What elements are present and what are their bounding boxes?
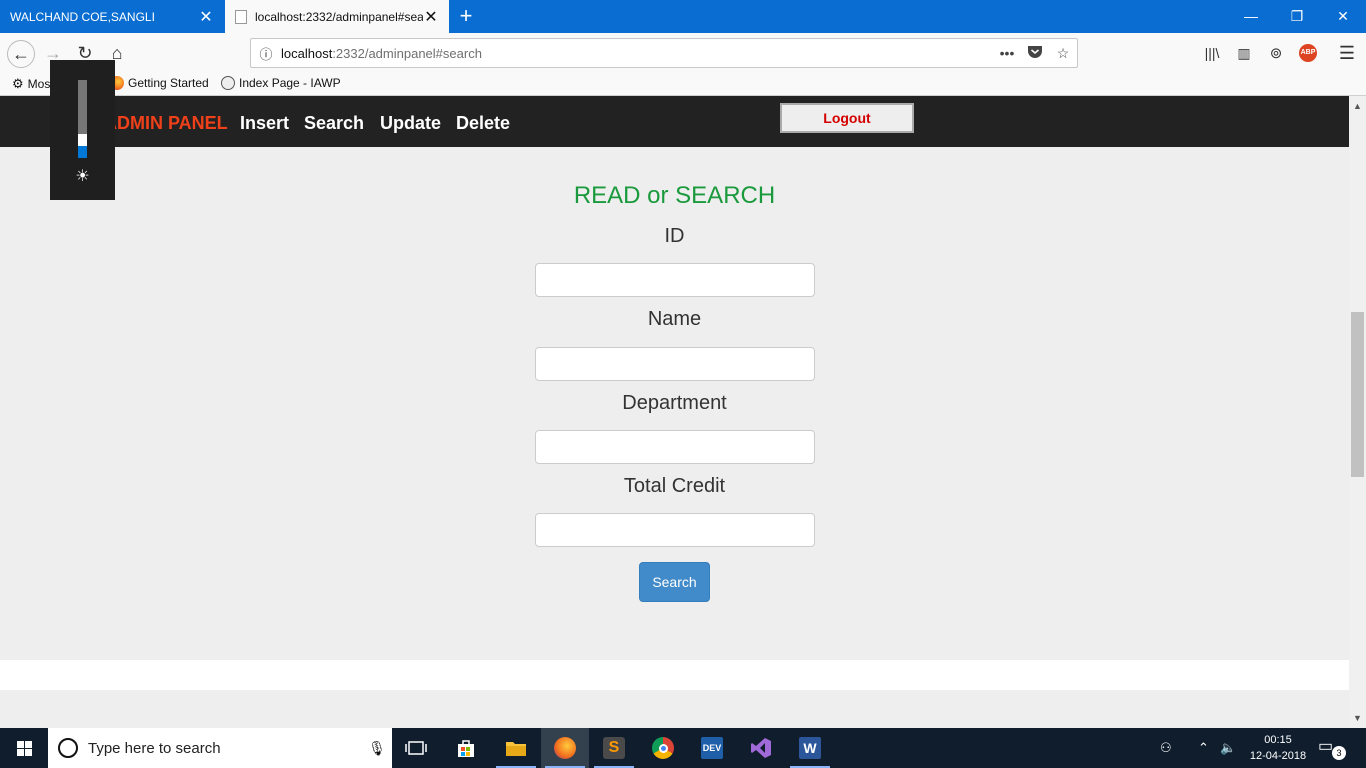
visual-studio-icon[interactable] [737, 728, 785, 768]
scroll-up-icon[interactable]: ▲ [1349, 98, 1366, 115]
nav-insert[interactable]: Insert [240, 113, 289, 134]
brightness-slider-thumb[interactable] [78, 134, 87, 146]
scroll-thumb[interactable] [1351, 312, 1364, 477]
microphone-icon[interactable]: 🎙 [362, 740, 392, 757]
nav-delete[interactable]: Delete [456, 113, 510, 134]
tab-close-icon[interactable]: ✕ [423, 7, 439, 27]
window-close-icon[interactable]: ✕ [1320, 0, 1366, 33]
minimize-icon[interactable]: — [1228, 0, 1274, 33]
taskbar-search-placeholder: Type here to search [88, 739, 221, 757]
url-host: localhost [281, 45, 333, 61]
volume-icon[interactable]: 🔈 [1220, 728, 1236, 768]
system-clock[interactable]: 00:15 12-04-2018 [1246, 732, 1310, 764]
dev-cpp-icon[interactable]: DEV [688, 728, 736, 768]
store-icon[interactable] [442, 728, 490, 768]
name-input[interactable] [535, 347, 815, 381]
cortana-icon [58, 738, 78, 758]
page-scrollbar[interactable]: ▲ ▼ [1349, 96, 1366, 728]
notification-icon: ▭ [1318, 738, 1334, 755]
gear-icon: ⚙ [12, 76, 24, 91]
brand-title[interactable]: ADMIN PANEL [104, 113, 228, 134]
tab-title: localhost:2332/adminpanel#sea [255, 9, 423, 24]
clock-time: 00:15 [1264, 734, 1292, 746]
sublime-text-icon[interactable]: S [590, 728, 638, 768]
firefox-taskbar-icon[interactable] [541, 728, 589, 768]
footer-band [0, 690, 1349, 728]
new-tab-button[interactable]: + [452, 3, 480, 29]
nav-update[interactable]: Update [380, 113, 441, 134]
pocket-icon[interactable] [1021, 45, 1049, 62]
start-button[interactable] [0, 728, 48, 768]
bookmark-getting-started[interactable]: Getting Started [110, 76, 209, 90]
bookmarks-toolbar: ⚙ Most Visited Getting Started Index Pag… [0, 73, 1366, 96]
sync-icon[interactable]: ⊚ [1264, 41, 1288, 65]
page-viewport: ADMIN PANEL Insert Search Update Delete … [0, 96, 1349, 728]
globe-icon [221, 76, 235, 90]
total-credit-label: Total Credit [623, 475, 726, 497]
people-icon[interactable]: ⚇ [1160, 728, 1172, 768]
sidebar-icon[interactable]: ▥ [1232, 41, 1256, 65]
url-path: :2332/adminpanel#search [332, 45, 482, 61]
form-title: READ or SEARCH [573, 182, 776, 209]
taskbar-search[interactable]: Type here to search 🎙 [48, 728, 392, 768]
windows-logo-icon [16, 740, 32, 756]
back-icon[interactable]: ← [7, 40, 35, 68]
info-icon[interactable]: ⓘ [251, 44, 281, 63]
bookmark-label: Getting Started [128, 76, 209, 90]
nav-search[interactable]: Search [304, 113, 364, 134]
name-label: Name [647, 308, 702, 330]
search-button[interactable]: Search [639, 562, 710, 602]
action-center-icon[interactable]: ▭ 3 [1318, 736, 1348, 760]
word-icon[interactable]: W [786, 728, 834, 768]
department-input[interactable] [535, 430, 815, 464]
page-icon [235, 9, 247, 24]
department-label: Department [622, 392, 727, 414]
bookmark-index-page[interactable]: Index Page - IAWP [221, 76, 341, 90]
bookmark-label: Index Page - IAWP [239, 76, 341, 90]
tab-bar: WALCHAND COE,SANGLI ✕ localhost:2332/adm… [0, 0, 1366, 33]
url-text[interactable]: localhost:2332/adminpanel#search [281, 46, 993, 61]
task-view-icon[interactable] [392, 728, 440, 768]
brightness-flyout: ☀ [50, 60, 115, 200]
tab-title: WALCHAND COE,SANGLI [10, 9, 155, 24]
abp-badge: ABP [1299, 44, 1317, 62]
notification-count: 3 [1332, 746, 1346, 760]
address-bar[interactable]: ⓘ localhost:2332/adminpanel#search ••• ☆ [250, 38, 1078, 68]
library-icon[interactable]: |||\ [1200, 41, 1224, 65]
taskbar: Type here to search 🎙 S DEV W ⚇ ⌃ 🔈 00:1… [0, 728, 1366, 768]
brightness-slider-fill [78, 146, 87, 158]
tab-close-icon[interactable]: ✕ [198, 7, 214, 27]
clock-date: 12-04-2018 [1249, 750, 1307, 762]
page-actions-icon[interactable]: ••• [993, 45, 1021, 61]
tab-adminpanel[interactable]: localhost:2332/adminpanel#sea ✕ [225, 0, 449, 33]
tray-overflow-icon[interactable]: ⌃ [1198, 728, 1209, 768]
adblock-icon[interactable]: ABP [1296, 41, 1320, 65]
site-navbar: ADMIN PANEL Insert Search Update Delete … [0, 96, 1349, 147]
browser-toolbar: ← → ↻ ⌂ ⓘ localhost:2332/adminpanel#sear… [0, 33, 1366, 73]
scroll-down-icon[interactable]: ▼ [1349, 710, 1366, 727]
search-form-section: READ or SEARCH ID Name Department Total … [0, 147, 1349, 660]
brightness-icon: ☀ [75, 168, 90, 185]
total-credit-input[interactable] [535, 513, 815, 547]
id-label: ID [664, 225, 685, 247]
logout-button[interactable]: Logout [780, 103, 914, 133]
restore-icon[interactable]: ❐ [1274, 0, 1320, 33]
menu-icon[interactable]: ☰ [1335, 41, 1359, 65]
chrome-icon[interactable] [639, 728, 687, 768]
tab-walchand[interactable]: WALCHAND COE,SANGLI ✕ [0, 0, 224, 33]
id-input[interactable] [535, 263, 815, 297]
file-explorer-icon[interactable] [492, 728, 540, 768]
firefox-icon [554, 737, 576, 759]
bookmark-star-icon[interactable]: ☆ [1049, 45, 1077, 62]
